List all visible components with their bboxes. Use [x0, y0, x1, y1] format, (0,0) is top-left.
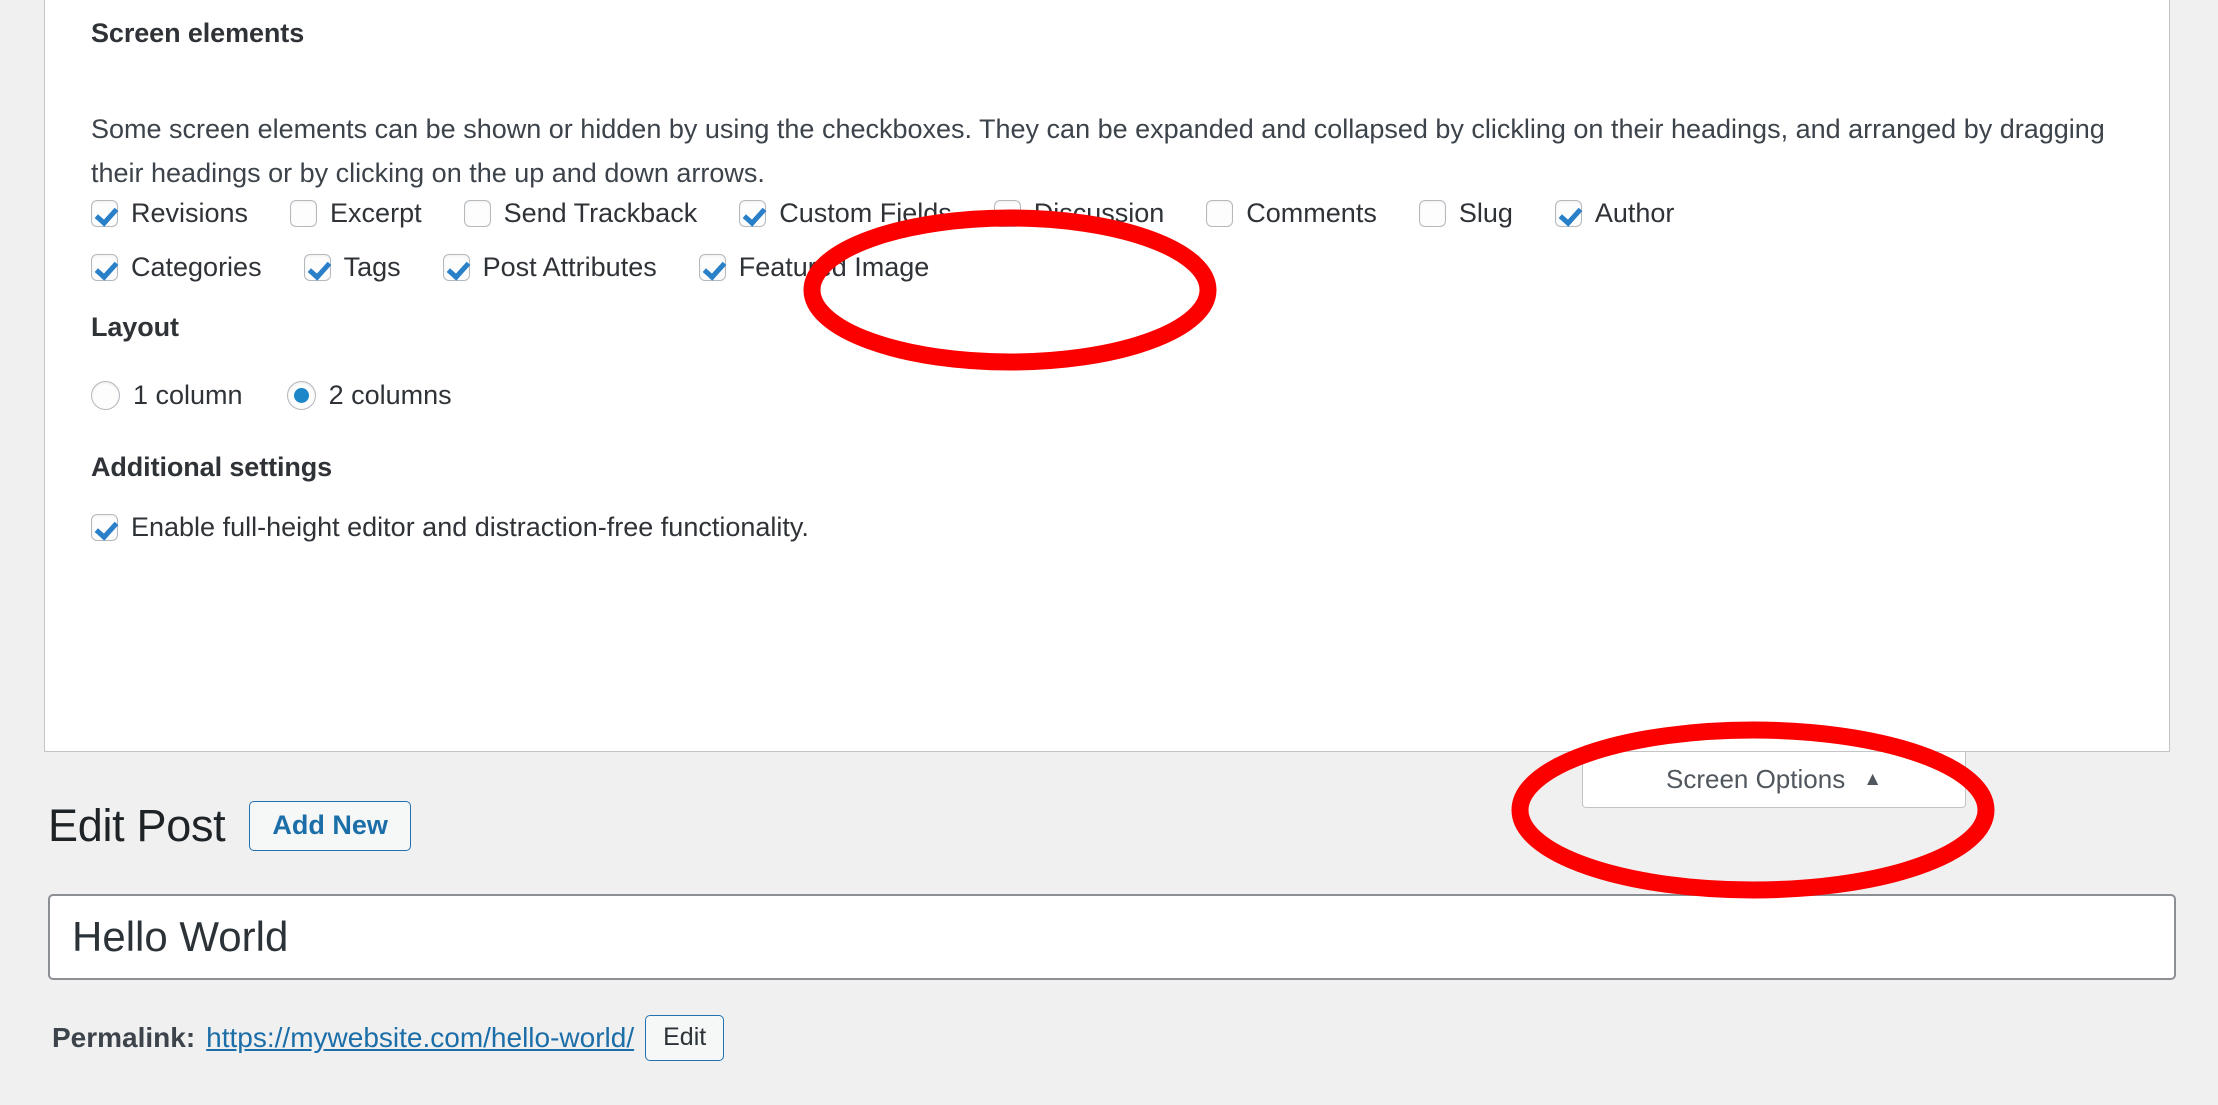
- checked-checkbox-icon[interactable]: [303, 254, 331, 281]
- checkbox-item-author[interactable]: Author: [1554, 198, 1675, 229]
- checkbox-label: Revisions: [131, 198, 249, 228]
- checkbox-label: Slug: [1458, 198, 1513, 228]
- checkbox-item-featured-image[interactable]: Featured Image: [698, 252, 930, 283]
- permalink-row: Permalink: https://mywebsite.com/hello-w…: [52, 1015, 725, 1061]
- unselected-radio-icon[interactable]: [91, 381, 120, 410]
- checkbox-item-discussion[interactable]: Discussion: [993, 198, 1165, 229]
- additional-settings-row: Enable full-height editor and distractio…: [91, 512, 809, 543]
- screen-options-toggle-button[interactable]: Screen Options ▲: [1582, 752, 1966, 808]
- checkbox-label: Author: [1594, 198, 1675, 228]
- checkbox-item-tags[interactable]: Tags: [303, 252, 401, 283]
- radio-item-1-column[interactable]: 1 column: [91, 380, 243, 411]
- additional-settings-heading: Additional settings: [91, 452, 333, 482]
- checkbox-label: Featured Image: [738, 252, 930, 282]
- screen-options-page: Screen elements Some screen elements can…: [0, 0, 2218, 1105]
- post-title-value: Hello World: [72, 913, 289, 960]
- checkbox-label: Custom Fields: [779, 198, 952, 228]
- checked-checkbox-icon[interactable]: [739, 200, 767, 227]
- permalink-link[interactable]: https://mywebsite.com/hello-world/: [206, 1022, 634, 1054]
- page-title: Edit Post: [48, 800, 226, 851]
- checkbox-label: Enable full-height editor and distractio…: [131, 512, 809, 542]
- permalink-edit-button[interactable]: Edit: [645, 1015, 725, 1061]
- checkbox-item-enable-full-height-editor-and-distraction-free-functionality[interactable]: Enable full-height editor and distractio…: [91, 512, 809, 543]
- screen-elements-row-1: Revisions Excerpt Send Trackback Custom Fie…: [91, 198, 1674, 229]
- screen-options-label: Screen Options: [1665, 764, 1846, 794]
- radio-label: 2 columns: [328, 380, 452, 410]
- layout-heading: Layout: [91, 312, 179, 342]
- checkbox-label: Excerpt: [330, 198, 422, 228]
- unchecked-checkbox-icon[interactable]: [463, 200, 491, 227]
- checkbox-item-categories[interactable]: Categories: [91, 252, 262, 283]
- checkbox-item-excerpt[interactable]: Excerpt: [290, 198, 422, 229]
- unchecked-checkbox-icon[interactable]: [993, 200, 1021, 227]
- checkbox-label: Comments: [1246, 198, 1377, 228]
- add-new-button[interactable]: Add New: [249, 800, 411, 852]
- unchecked-checkbox-icon[interactable]: [1206, 200, 1234, 227]
- screen-elements-description: Some screen elements can be shown or hid…: [91, 114, 2105, 188]
- checkbox-item-custom-fields[interactable]: Custom Fields: [739, 198, 952, 229]
- screen-elements-row-2: Categories Tags Post Attributes Featured Im…: [91, 252, 929, 283]
- post-title-input[interactable]: Hello World: [48, 894, 2176, 980]
- unchecked-checkbox-icon[interactable]: [290, 200, 318, 227]
- checkbox-item-send-trackback[interactable]: Send Trackback: [463, 198, 698, 229]
- layout-radio-group: 1 column 2 columns: [91, 380, 496, 411]
- checkbox-label: Post Attributes: [482, 252, 657, 282]
- screen-options-panel: Screen elements Some screen elements can…: [44, 0, 2170, 752]
- unchecked-checkbox-icon[interactable]: [1418, 200, 1446, 227]
- checked-checkbox-icon[interactable]: [1554, 200, 1582, 227]
- checked-checkbox-icon[interactable]: [91, 200, 118, 227]
- checkbox-item-revisions[interactable]: Revisions: [91, 198, 248, 229]
- checkbox-label: Discussion: [1033, 198, 1165, 228]
- checked-checkbox-icon[interactable]: [91, 514, 118, 541]
- radio-item-2-columns[interactable]: 2 columns: [286, 380, 452, 411]
- radio-label: 1 column: [133, 380, 243, 410]
- checkbox-label: Categories: [131, 252, 262, 282]
- screen-elements-heading: Screen elements: [91, 18, 305, 48]
- checkbox-label: Tags: [343, 252, 401, 282]
- checked-checkbox-icon[interactable]: [442, 254, 470, 281]
- checked-checkbox-icon[interactable]: [91, 254, 118, 281]
- checkbox-item-slug[interactable]: Slug: [1418, 198, 1513, 229]
- selected-radio-icon[interactable]: [286, 381, 316, 410]
- checked-checkbox-icon[interactable]: [698, 254, 726, 281]
- permalink-label: Permalink:: [52, 1022, 196, 1053]
- checkbox-item-post-attributes[interactable]: Post Attributes: [442, 252, 657, 283]
- page-header: Edit Post Add New: [48, 800, 411, 852]
- checkbox-label: Send Trackback: [503, 198, 698, 228]
- caret-up-icon: ▲: [1863, 769, 1883, 790]
- checkbox-item-comments[interactable]: Comments: [1206, 198, 1377, 229]
